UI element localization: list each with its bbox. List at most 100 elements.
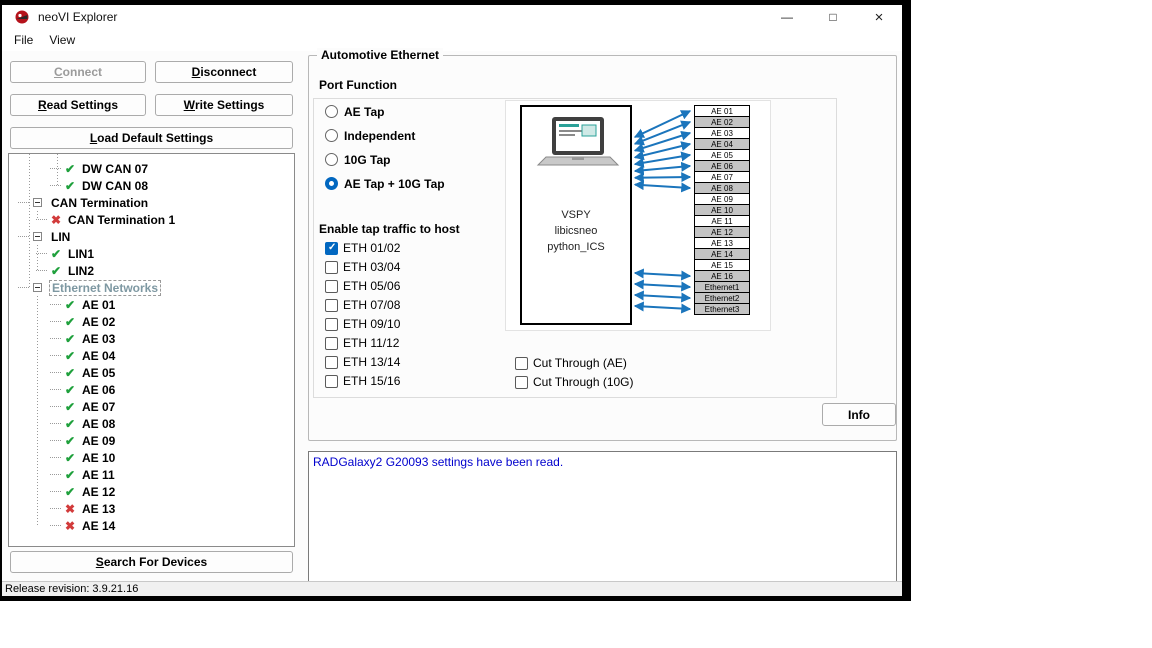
checkbox-option[interactable]: ETH 11/12 <box>325 336 400 350</box>
status-icon <box>63 417 77 431</box>
port-function-label: Port Function <box>319 78 397 92</box>
title-bar: neoVI Explorer — □ × <box>2 5 902 29</box>
tree-item-label: AE 06 <box>80 383 117 397</box>
window-frame: neoVI Explorer — □ × File View Connect D… <box>0 0 911 601</box>
tree-item-label: DW CAN 07 <box>80 162 150 176</box>
tree-item[interactable]: AE 13 <box>9 500 294 517</box>
search-for-devices-button[interactable]: Search For Devices <box>10 551 293 573</box>
checkbox-label: ETH 03/04 <box>343 260 400 274</box>
port-label: AE 15 <box>711 261 733 270</box>
checkbox-option[interactable]: Cut Through (AE) <box>515 356 634 370</box>
tree-item-label: AE 12 <box>80 485 117 499</box>
tree-item[interactable]: AE 10 <box>9 449 294 466</box>
checkbox-label: ETH 15/16 <box>343 374 400 388</box>
tree-item[interactable]: AE 03 <box>9 330 294 347</box>
tree-item[interactable]: AE 07 <box>9 398 294 415</box>
status-icon <box>63 162 77 176</box>
device-tree[interactable]: DW CAN 07 DW CAN 08 CAN Termination CAN … <box>8 153 295 547</box>
port-label: AE 05 <box>711 151 733 160</box>
port-label: AE 09 <box>711 195 733 204</box>
checkbox-option[interactable]: ETH 15/16 <box>325 374 400 388</box>
tree-item[interactable]: AE 11 <box>9 466 294 483</box>
checkbox-label: ETH 13/14 <box>343 355 400 369</box>
port-label: AE 16 <box>711 272 733 281</box>
info-button[interactable]: Info <box>822 403 896 426</box>
status-icon <box>63 400 77 414</box>
port-diagram: VSPY libicsneo python_ICS AE 01 AE 02 <box>505 100 771 331</box>
tree-item-label: AE 03 <box>80 332 117 346</box>
tree-item[interactable]: AE 12 <box>9 483 294 500</box>
tree-item[interactable]: DW CAN 07 <box>9 160 294 177</box>
tree-item[interactable]: CAN Termination <box>9 194 294 211</box>
checkbox-label: ETH 01/02 <box>343 241 400 255</box>
checkbox-option[interactable]: Cut Through (10G) <box>515 375 634 389</box>
window-controls: — □ × <box>764 5 902 29</box>
disconnect-button[interactable]: Disconnect <box>155 61 293 83</box>
port-label: Ethernet3 <box>705 305 740 314</box>
checkbox-label: ETH 11/12 <box>343 336 399 350</box>
write-settings-button[interactable]: Write Settings <box>155 94 293 116</box>
tree-item-label: LIN2 <box>66 264 96 278</box>
checkbox-option[interactable]: ETH 01/02 <box>325 241 400 255</box>
radio-option[interactable]: 10G Tap <box>325 152 445 167</box>
tree-item-label: AE 05 <box>80 366 117 380</box>
maximize-icon[interactable]: □ <box>810 5 856 29</box>
checkbox-option[interactable]: ETH 07/08 <box>325 298 400 312</box>
status-icon <box>49 213 63 227</box>
laptop-icon <box>522 113 634 173</box>
radio-option[interactable]: Independent <box>325 128 445 143</box>
port-label: AE 11 <box>711 217 732 226</box>
minimize-icon[interactable]: — <box>764 5 810 29</box>
checkbox-icon <box>325 242 338 255</box>
menu-item[interactable]: File <box>6 30 41 50</box>
tree-item[interactable]: AE 14 <box>9 517 294 534</box>
tree-item-label: Ethernet Networks <box>49 280 161 296</box>
close-icon[interactable]: × <box>856 5 902 29</box>
checkbox-option[interactable]: ETH 09/10 <box>325 317 400 331</box>
host-label-line: VSPY <box>522 207 630 223</box>
connect-button[interactable]: Connect <box>10 61 146 83</box>
host-label-line: libicsneo <box>522 223 630 239</box>
checkbox-option[interactable]: ETH 05/06 <box>325 279 400 293</box>
tree-item-label: LIN1 <box>66 247 96 261</box>
menu-item[interactable]: View <box>41 30 83 50</box>
tree-item[interactable]: AE 04 <box>9 347 294 364</box>
status-icon <box>63 332 77 346</box>
read-settings-button[interactable]: Read Settings <box>10 94 146 116</box>
port-label: AE 08 <box>711 184 733 193</box>
port-label: AE 06 <box>711 162 733 171</box>
tree-item[interactable]: AE 01 <box>9 296 294 313</box>
tree-item[interactable]: CAN Termination 1 <box>9 211 294 228</box>
radio-icon <box>325 177 338 190</box>
tree-item-label: AE 04 <box>80 349 117 363</box>
status-icon <box>63 315 77 329</box>
radio-option[interactable]: AE Tap <box>325 104 445 119</box>
port-function-options: AE Tap Independent 10G Tap AE Ta <box>325 104 445 191</box>
status-icon <box>33 198 42 207</box>
load-default-settings-button[interactable]: Load Default Settings <box>10 127 293 149</box>
port-label: AE 03 <box>711 129 733 138</box>
tree-item[interactable]: AE 05 <box>9 364 294 381</box>
checkbox-option[interactable]: ETH 13/14 <box>325 355 400 369</box>
log-area: RADGalaxy2 G20093 settings have been rea… <box>308 451 897 582</box>
tree-item[interactable]: AE 02 <box>9 313 294 330</box>
checkbox-icon <box>325 356 338 369</box>
status-icon <box>63 349 77 363</box>
cut-through-options: Cut Through (AE) Cut Through (10G) <box>515 356 634 389</box>
tree-item[interactable]: LIN1 <box>9 245 294 262</box>
port-label: AE 14 <box>711 250 733 259</box>
radio-option[interactable]: AE Tap + 10G Tap <box>325 176 445 191</box>
tree-item[interactable]: Ethernet Networks <box>9 279 294 296</box>
checkbox-icon <box>325 299 338 312</box>
checkbox-option[interactable]: ETH 03/04 <box>325 260 400 274</box>
radio-label: 10G Tap <box>344 153 390 167</box>
tree-item[interactable]: AE 06 <box>9 381 294 398</box>
tree-item[interactable]: AE 09 <box>9 432 294 449</box>
status-icon <box>63 383 77 397</box>
tree-item-label: CAN Termination 1 <box>66 213 177 227</box>
tree-item[interactable]: LIN2 <box>9 262 294 279</box>
tree-item[interactable]: LIN <box>9 228 294 245</box>
port-label: AE 12 <box>711 228 733 237</box>
tree-item[interactable]: DW CAN 08 <box>9 177 294 194</box>
tree-item[interactable]: AE 08 <box>9 415 294 432</box>
